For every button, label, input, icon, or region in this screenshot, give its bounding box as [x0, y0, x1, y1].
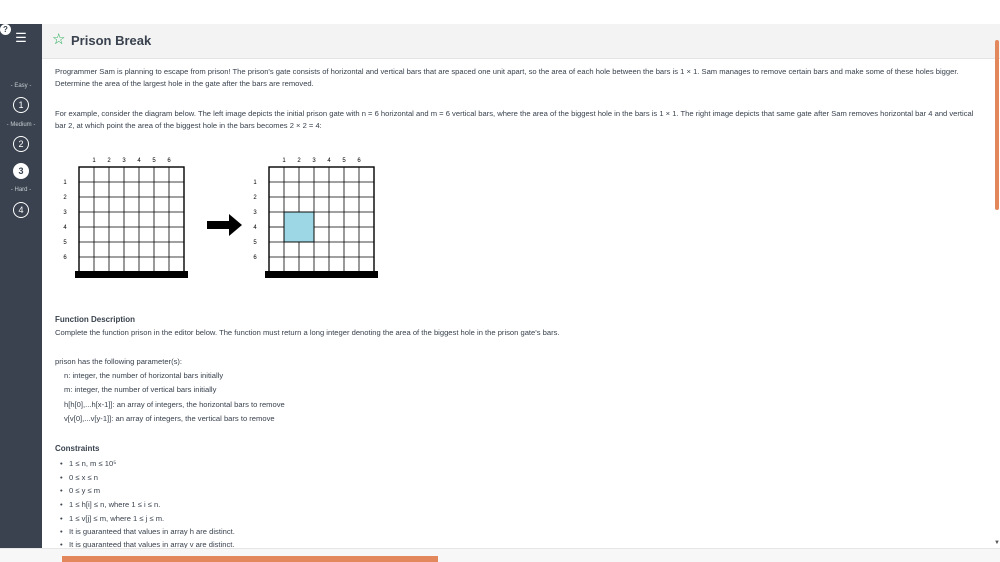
- constraint-item: It is guaranteed that values in array h …: [60, 526, 235, 539]
- constraint-item: 1 ≤ n, m ≤ 10⁵: [60, 458, 117, 471]
- right-gate-col-label: 5: [342, 158, 346, 164]
- param-item: h[h[0],...h[x-1]]: an array of integers,…: [64, 400, 285, 409]
- left-gate-row-label: 1: [63, 180, 67, 186]
- left-gate-row-label: 2: [63, 195, 67, 201]
- right-gate-row-label: 3: [253, 210, 257, 216]
- constraint-item: 0 ≤ x ≤ n: [60, 472, 99, 485]
- question-1-button[interactable]: 1: [13, 97, 29, 113]
- left-gate-col-label: 3: [122, 158, 126, 164]
- left-gate-col-label: 5: [152, 158, 156, 164]
- difficulty-label-hard: - Hard -: [10, 187, 32, 193]
- app-window: ☰ ? - Easy - 1 - Medium - 2 3 - Hard - 4…: [0, 0, 1000, 562]
- page-title: Prison Break: [71, 33, 152, 48]
- prison-gate-diagram: 1 2 3 4 5 6 1 2 3 4 5 6 1 2 3 4 5 6 1 2 3 4 5 6: [55, 152, 395, 282]
- constraint-text: It is guaranteed that values in array h …: [69, 527, 235, 536]
- left-gate-col-label: 1: [92, 158, 96, 164]
- intro-paragraph: Programmer Sam is planning to escape fro…: [55, 67, 959, 89]
- params-intro: prison has the following parameter(s):: [55, 357, 183, 366]
- constraints-heading: Constraints: [55, 444, 100, 453]
- right-gate-col-label: 3: [312, 158, 316, 164]
- constraint-item: 1 ≤ v[j] ≤ m, where 1 ≤ j ≤ m.: [60, 513, 165, 526]
- header-bar: ☆ Prison Break: [42, 24, 1000, 59]
- constraint-text: 1 ≤ n, m ≤ 10⁵: [69, 459, 117, 468]
- left-gate-col-label: 6: [167, 158, 171, 164]
- question-4-button[interactable]: 4: [13, 202, 29, 218]
- difficulty-label-medium: - Medium -: [6, 122, 36, 128]
- example-paragraph: For example, consider the diagram below.…: [55, 109, 974, 131]
- constraint-item: 0 ≤ y ≤ m: [60, 485, 101, 498]
- function-description-heading: Function Description: [55, 315, 135, 324]
- arrow-icon: [207, 214, 242, 236]
- constraint-text: 1 ≤ v[j] ≤ m, where 1 ≤ j ≤ m.: [69, 514, 165, 523]
- function-description-text: Complete the function prison in the edit…: [55, 328, 560, 337]
- right-gate-col-label: 4: [327, 158, 331, 164]
- menu-icon[interactable]: ☰: [0, 30, 42, 46]
- left-gate-row-label: 5: [63, 240, 67, 246]
- left-gate-col-label: 2: [107, 158, 111, 164]
- right-gate-row-label: 4: [253, 225, 257, 231]
- param-item: m: integer, the number of vertical bars …: [64, 385, 217, 394]
- right-gate-col-label: 6: [357, 158, 361, 164]
- left-gate-frame: [78, 166, 185, 273]
- param-item: v[v[0],...v[y-1]]: an array of integers,…: [64, 414, 275, 423]
- question-3-button[interactable]: 3: [13, 163, 29, 179]
- left-gate-row-label: 6: [63, 255, 67, 261]
- right-gate-row-label: 6: [253, 255, 257, 261]
- right-gate-col-label: 1: [282, 158, 286, 164]
- left-gate-gate-base: [75, 271, 188, 278]
- constraint-text: 1 ≤ h[i] ≤ n, where 1 ≤ i ≤ n.: [69, 500, 161, 509]
- question-2-button[interactable]: 2: [13, 136, 29, 152]
- scroll-down-icon[interactable]: ▼: [994, 540, 1000, 546]
- scrollbar-thumb[interactable]: [995, 40, 999, 210]
- right-gate-gate-base: [265, 271, 378, 278]
- diagram-svg: 1 2 3 4 5 6 1 2 3 4 5 6 1 2 3 4 5 6 1 2 3 4 5 6: [63, 158, 378, 278]
- param-item: n: integer, the number of horizontal bar…: [64, 371, 224, 380]
- constraint-text: 0 ≤ x ≤ n: [69, 473, 99, 482]
- left-gate-row-label: 3: [63, 210, 67, 216]
- constraint-text: 0 ≤ y ≤ m: [69, 486, 101, 495]
- star-icon[interactable]: ☆: [52, 30, 65, 48]
- right-gate-hole-highlight: [283, 211, 315, 243]
- bottom-progress-bar[interactable]: [62, 556, 438, 562]
- constraint-item: 1 ≤ h[i] ≤ n, where 1 ≤ i ≤ n.: [60, 499, 161, 512]
- difficulty-label-easy: - Easy -: [10, 83, 32, 89]
- right-gate-row-label: 5: [253, 240, 257, 246]
- right-gate-row-label: 2: [253, 195, 257, 201]
- sidebar: ☰ ? - Easy - 1 - Medium - 2 3 - Hard - 4: [0, 24, 42, 548]
- left-gate-col-label: 4: [137, 158, 141, 164]
- right-gate-col-label: 2: [297, 158, 301, 164]
- left-gate-row-label: 4: [63, 225, 67, 231]
- right-gate-row-label: 1: [253, 180, 257, 186]
